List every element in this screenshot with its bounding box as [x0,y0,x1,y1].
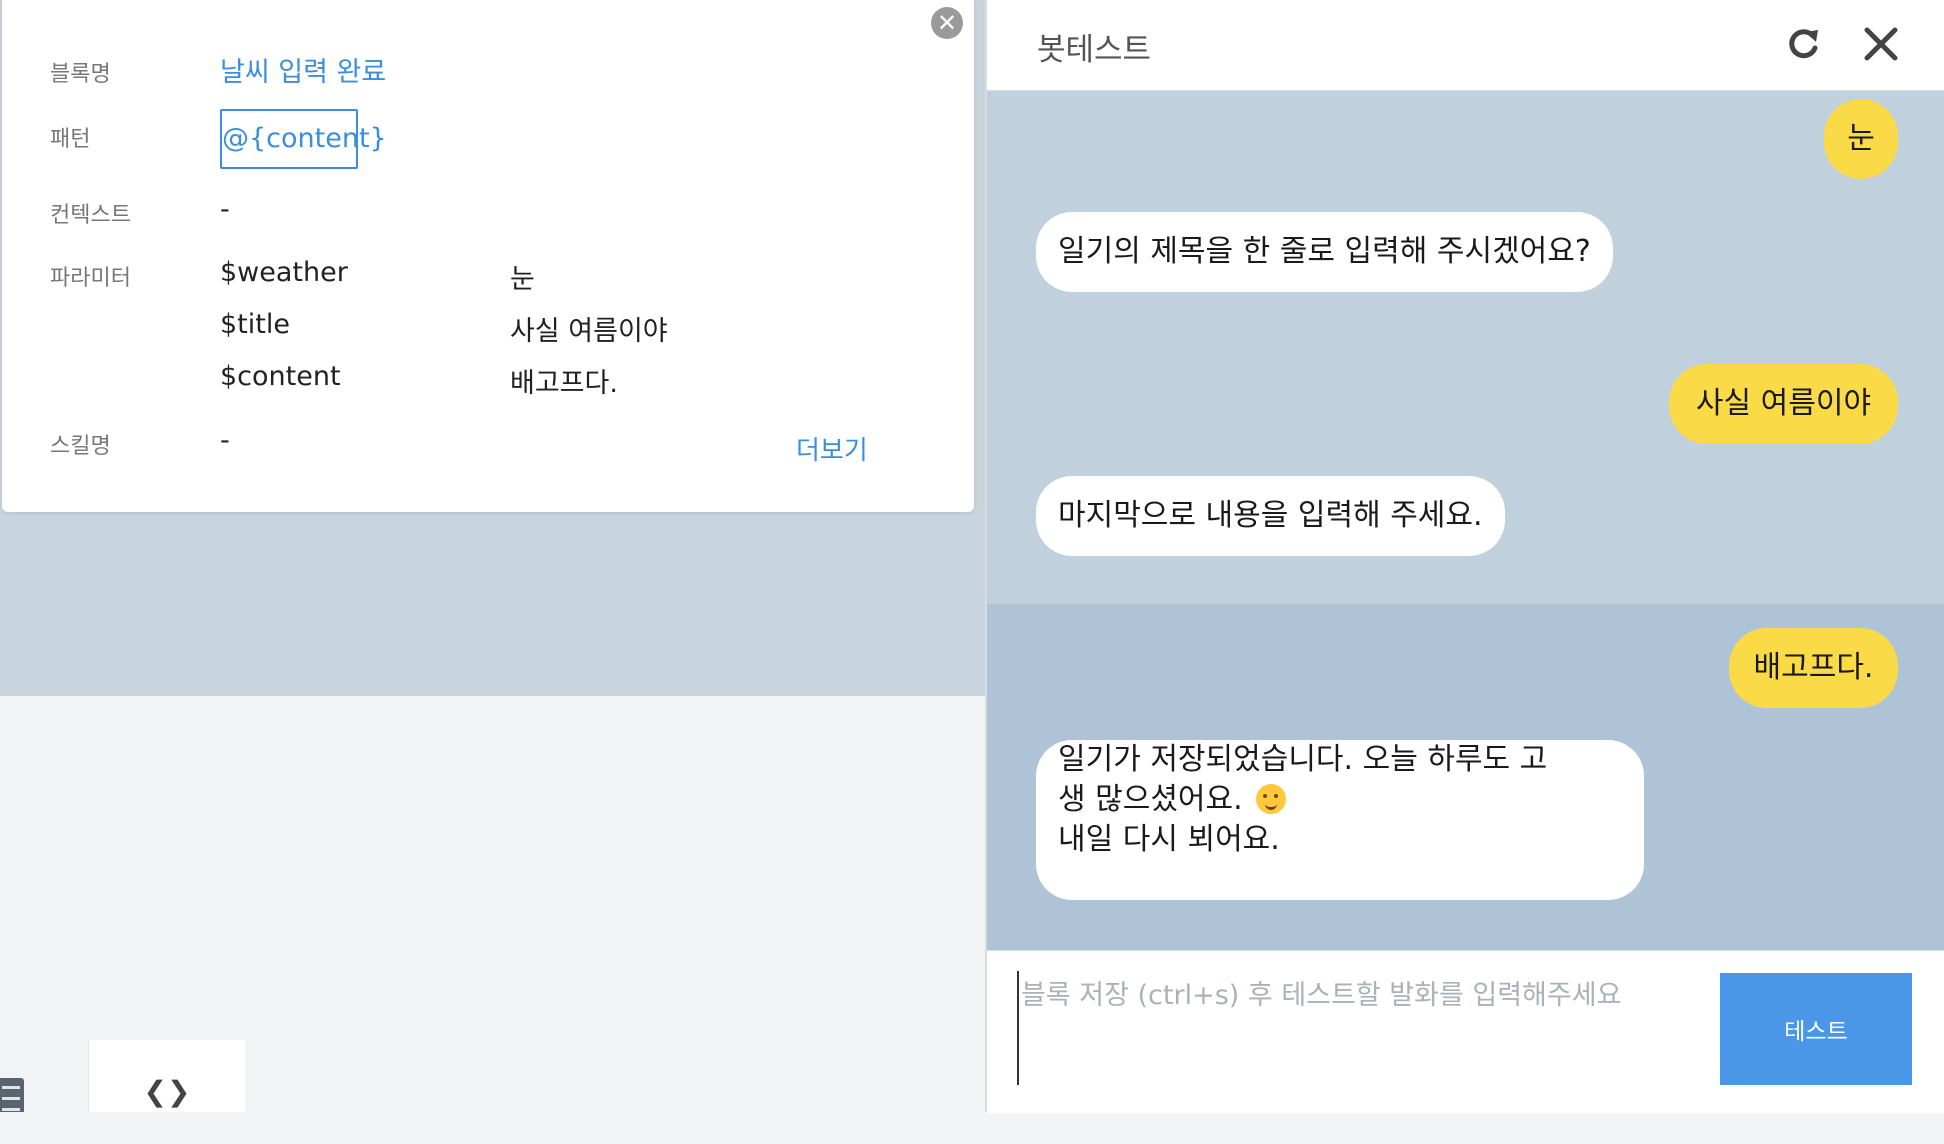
block-info-card: ✕ 블록명 날씨 입력 완료 패턴 @{content} 컨텍스트 - 파라미터… [2,0,974,512]
param-name: $weather [220,257,348,288]
test-button[interactable]: 테스트 [1720,973,1912,1085]
refresh-icon[interactable] [1784,24,1824,64]
bot-message-line: 생 많으셨어요. [1058,782,1243,817]
block-name-label: 블록명 [50,62,111,87]
pattern-chip[interactable]: @{content} [220,109,387,169]
context-label: 컨텍스트 [50,203,131,228]
hugging-face-icon [1256,784,1287,814]
panel-title: 봇테스트 [1037,32,1152,68]
skill-label: 스킬명 [50,434,111,459]
bot-message: 일기의 제목을 한 줄로 입력해 주시겠어요? [1036,212,1613,292]
more-link[interactable]: 더보기 [796,430,868,467]
close-icon[interactable] [1859,22,1903,66]
param-name: $content [220,361,341,392]
bot-message: 마지막으로 내용을 입력해 주세요. [1036,476,1505,556]
skill-value: - [220,425,230,456]
list-tab-icon[interactable] [0,1078,24,1112]
input-area: 테스트 [987,950,1944,1113]
bot-message: 일기가 저장되었습니다. 오늘 하루도 고 생 많으셨어요. 내일 다시 뵈어요… [1036,740,1644,900]
param-value: 눈 [510,264,535,295]
utterance-input[interactable] [1017,971,1703,1085]
param-value: 배고프다. [510,368,618,399]
context-value: - [220,194,230,225]
user-message: 배고프다. [1729,628,1898,708]
param-value: 사실 여름이야 [510,316,668,347]
pattern-label: 패턴 [50,127,91,152]
user-message: 눈 [1824,99,1898,179]
panel-header: 봇테스트 [987,0,1944,91]
code-brackets-icon: ❮❯ [143,1075,191,1108]
bot-message-line: 내일 다시 뵈어요. [1058,822,1280,857]
card-close-icon[interactable]: ✕ [931,7,963,39]
code-tab[interactable]: ❮❯ [88,1040,245,1112]
param-name: $title [220,309,290,340]
bot-test-panel: 봇테스트 눈 일기의 제목을 한 줄로 입력해 주시겠어요? 사실 여름이야 마… [985,0,1944,1113]
block-name-link[interactable]: 날씨 입력 완료 [220,50,386,89]
user-message: 사실 여름이야 [1669,364,1898,444]
bot-message-line: 일기가 저장되었습니다. 오늘 하루도 고 [1058,742,1548,777]
params-label: 파라미터 [50,266,131,291]
